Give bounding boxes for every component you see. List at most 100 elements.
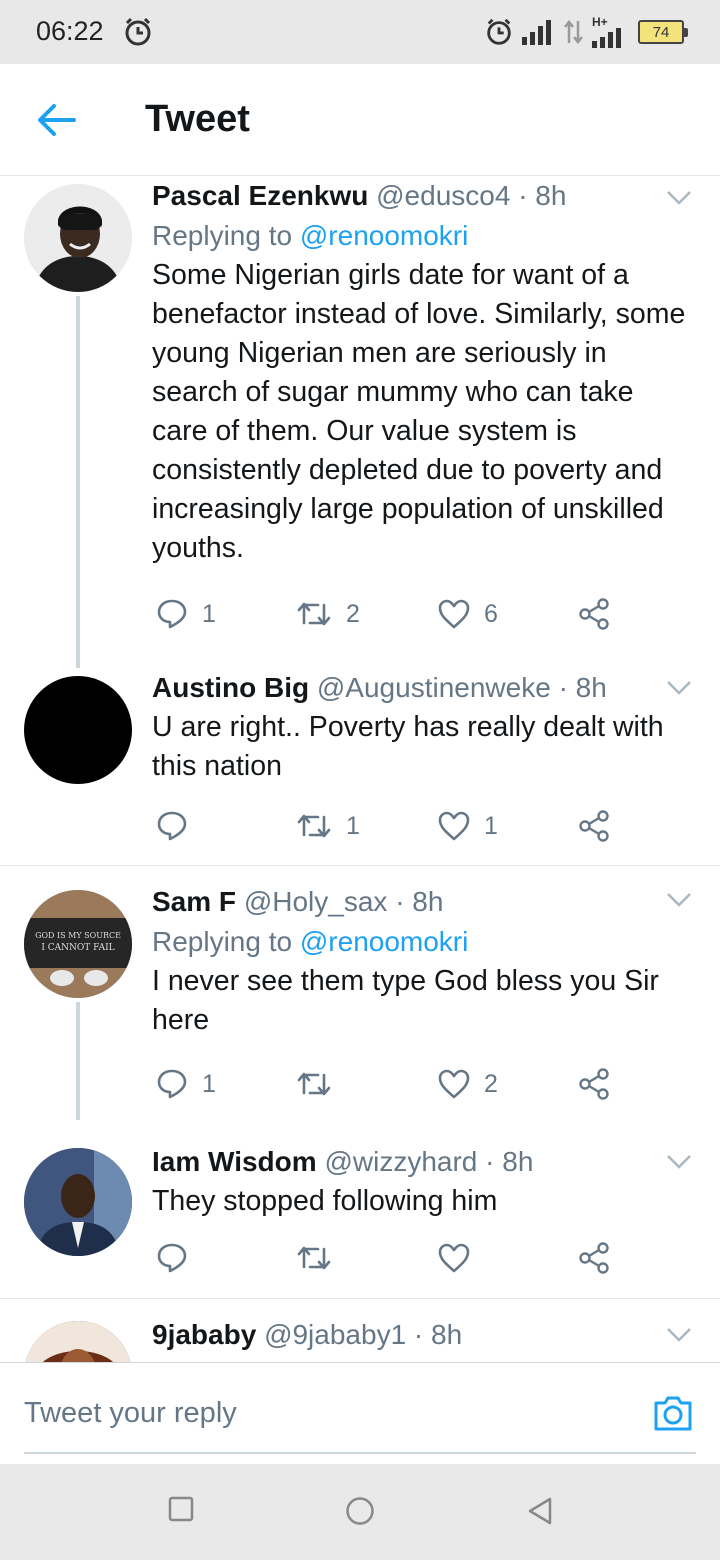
tweet-time: · 8h (413, 1319, 463, 1350)
tweet-actions (152, 1238, 622, 1278)
retweet-icon (297, 814, 331, 838)
heart-icon (438, 1069, 470, 1099)
reply-button[interactable]: 1 (156, 1064, 216, 1104)
retweet-button[interactable]: 2 (296, 594, 360, 634)
share-icon (579, 598, 609, 630)
retweet-button[interactable] (296, 1238, 346, 1278)
replying-to: Replying to @renoomokri (152, 218, 696, 254)
tweet-content: Pascal Ezenkwu @edusco4 · 8h Replying to… (152, 178, 696, 568)
share-icon (579, 1068, 609, 1100)
share-button[interactable] (578, 806, 610, 846)
avatar[interactable]: GOD IS MY SOURCE I CANNOT FAIL (24, 890, 132, 998)
system-nav-bar (0, 1464, 720, 1560)
tweet-time: · 8h (558, 672, 607, 703)
signal-icon (592, 28, 621, 48)
retweet-button[interactable]: 1 (296, 806, 360, 846)
retweet-icon (297, 1072, 331, 1096)
recent-apps-icon[interactable] (168, 1496, 194, 1522)
tweet-time: · 8h (395, 886, 444, 917)
divider (24, 1452, 696, 1454)
reply-composer[interactable]: Tweet your reply (0, 1362, 720, 1464)
tweet-header: Iam Wisdom @wizzyhard · 8h (152, 1144, 696, 1180)
battery-level: 74 (652, 23, 670, 41)
retweet-count: 1 (346, 811, 360, 840)
share-button[interactable] (578, 1064, 610, 1104)
network-type-label: H+ (592, 15, 608, 29)
reply-count: 1 (202, 599, 216, 628)
reply-bubble-icon (157, 1069, 187, 1099)
tweet-content: Iam Wisdom @wizzyhard · 8h They stopped … (152, 1144, 696, 1221)
status-icons: H+ 74 (484, 14, 688, 50)
thread-line (76, 296, 80, 668)
tweet-time: · 8h (518, 180, 567, 211)
tweet[interactable]: 9jababy @9jababy1 · 8h (0, 1299, 720, 1362)
mention-link[interactable]: @renoomokri (300, 220, 468, 251)
author-name[interactable]: Pascal Ezenkwu (152, 180, 368, 211)
replying-prefix: Replying to (152, 926, 300, 957)
tweet[interactable]: Iam Wisdom @wizzyhard · 8h They stopped … (0, 1126, 720, 1298)
alarm-icon (125, 17, 151, 46)
reply-button[interactable] (156, 1238, 202, 1278)
like-button[interactable]: 2 (438, 1064, 498, 1104)
retweet-icon (297, 602, 331, 626)
reply-input[interactable]: Tweet your reply (24, 1397, 237, 1430)
tweet[interactable]: Austino Big @Augustinenweke · 8h U are r… (0, 666, 720, 866)
reply-bubble-icon (157, 1243, 187, 1273)
share-button[interactable] (578, 594, 610, 634)
heart-icon (438, 1243, 470, 1273)
status-time: 06:22 (36, 16, 104, 46)
replying-prefix: Replying to (152, 220, 300, 251)
tweet-content: 9jababy @9jababy1 · 8h (152, 1317, 696, 1353)
retweet-button[interactable] (296, 1064, 346, 1104)
tweet-header: Austino Big @Augustinenweke · 8h (152, 670, 696, 706)
like-button[interactable] (438, 1238, 484, 1278)
author-name[interactable]: Sam F (152, 886, 236, 917)
signal-icon (522, 20, 551, 45)
reply-count: 1 (202, 1069, 216, 1098)
camera-icon[interactable] (652, 1393, 694, 1433)
author-name[interactable]: Iam Wisdom (152, 1146, 317, 1177)
like-count: 1 (484, 811, 498, 840)
author-handle[interactable]: @9jababy1 (264, 1319, 406, 1350)
tweet-header: Pascal Ezenkwu @edusco4 · 8h (152, 178, 696, 214)
tweet-content: Austino Big @Augustinenweke · 8h U are r… (152, 670, 696, 786)
tweet[interactable]: GOD IS MY SOURCE I CANNOT FAIL Sam F @Ho… (0, 866, 720, 1126)
author-handle[interactable]: @Augustinenweke (317, 672, 551, 703)
tweet-actions: 1 2 (152, 1064, 622, 1104)
tweet-actions: 1 1 (152, 806, 622, 846)
replies-feed[interactable]: Pascal Ezenkwu @edusco4 · 8h Replying to… (0, 176, 720, 1362)
thread-line (76, 1002, 80, 1120)
tweet-text: They stopped following him (152, 1185, 498, 1217)
tweet-header: 9jababy @9jababy1 · 8h (152, 1317, 696, 1353)
tweet-header: Sam F @Holy_sax · 8h (152, 884, 696, 920)
tweet-content: Sam F @Holy_sax · 8h Replying to @renoom… (152, 884, 696, 1040)
home-icon[interactable] (345, 1496, 375, 1526)
back-icon[interactable] (526, 1496, 554, 1526)
like-button[interactable]: 1 (438, 806, 498, 846)
author-handle[interactable]: @Holy_sax (244, 886, 388, 917)
avatar[interactable] (24, 184, 132, 292)
arrow-left-icon[interactable] (34, 100, 78, 140)
reply-button[interactable] (156, 806, 202, 846)
tweet-text: Some Nigerian girls date for want of a b… (152, 259, 686, 564)
reply-button[interactable]: 1 (156, 594, 216, 634)
avatar[interactable] (24, 676, 132, 784)
alarm-icon (487, 18, 511, 45)
replying-to: Replying to @renoomokri (152, 924, 696, 960)
author-name[interactable]: 9jababy (152, 1319, 256, 1350)
author-handle[interactable]: @edusco4 (376, 180, 510, 211)
avatar[interactable] (24, 1148, 132, 1256)
retweet-count: 2 (346, 599, 360, 628)
share-button[interactable] (578, 1238, 610, 1278)
avatar-text: I CANNOT FAIL (41, 943, 114, 953)
like-button[interactable]: 6 (438, 594, 498, 634)
like-count: 2 (484, 1069, 498, 1098)
author-name[interactable]: Austino Big (152, 672, 309, 703)
author-handle[interactable]: @wizzyhard (324, 1146, 477, 1177)
tweet-time: · 8h (485, 1146, 534, 1177)
mention-link[interactable]: @renoomokri (300, 926, 468, 957)
tweet[interactable]: Pascal Ezenkwu @edusco4 · 8h Replying to… (0, 176, 720, 668)
avatar[interactable] (24, 1321, 132, 1362)
battery-indicator: 74 (638, 20, 688, 44)
data-transfer-icon (564, 19, 583, 45)
